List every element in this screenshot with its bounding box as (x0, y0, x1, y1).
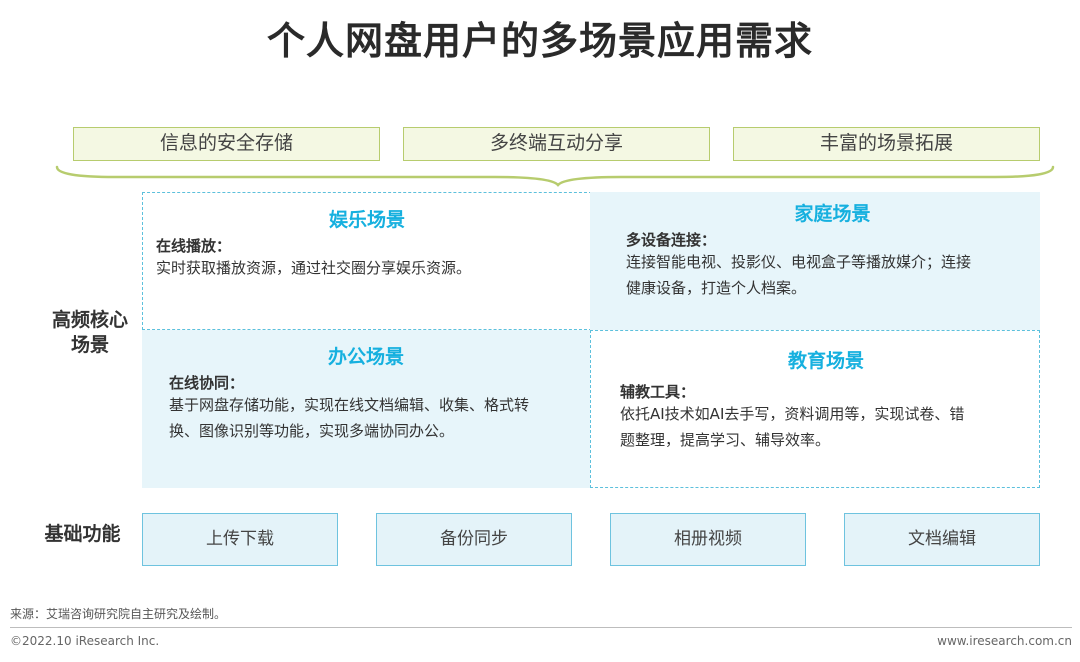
basic-function-upload-download: 上传下载 (142, 513, 338, 566)
basic-function-album-video: 相册视频 (610, 513, 806, 566)
copyright: ©2022.10 iResearch Inc. (10, 634, 160, 648)
scenario-education-title: 教育场景 (787, 350, 864, 372)
scenario-office-title: 办公场景 (327, 346, 404, 368)
desc-line: 实时获取播放资源，通过社交圈分享娱乐资源。 (156, 259, 472, 277)
feature-box-multi-terminal-sharing: 多终端互动分享 (403, 127, 710, 161)
scenario-home: 家庭场景 多设备连接： 连接智能电视、投影仪、电视盒子等播放媒介；连接 健康设备… (590, 192, 1040, 330)
scenario-education: 教育场景 辅教工具： 依托AI技术如AI去手写，资料调用等，实现试卷、错 题整理… (590, 330, 1040, 488)
feature-box-scene-expansion: 丰富的场景拓展 (733, 127, 1040, 161)
desc-line: 题整理，提高学习、辅导效率。 (620, 431, 831, 449)
scenario-education-subtitle: 辅教工具： (620, 383, 696, 401)
desc-line: 换、图像识别等功能，实现多端协同办公。 (169, 422, 455, 440)
scenario-home-desc: 连接智能电视、投影仪、电视盒子等播放媒介；连接 健康设备，打造个人档案。 (626, 249, 971, 301)
scenario-entertainment-subtitle: 在线播放： (156, 237, 232, 255)
page-title: 个人网盘用户的多场景应用需求 (266, 19, 813, 63)
scenario-office-subtitle: 在线协同： (169, 374, 245, 392)
side-label-core-scenarios: 高频核心 场景 (40, 308, 140, 358)
desc-line: 基于网盘存储功能，实现在线文档编辑、收集、格式转 (169, 396, 530, 414)
side-label-core-line2: 场景 (70, 334, 109, 356)
basic-function-backup-sync: 备份同步 (376, 513, 572, 566)
desc-line: 健康设备，打造个人档案。 (626, 279, 807, 297)
scenario-office: 办公场景 在线协同： 基于网盘存储功能，实现在线文档编辑、收集、格式转 换、图像… (142, 330, 592, 488)
scenario-entertainment-title: 娱乐场景 (328, 209, 405, 231)
scenario-office-desc: 基于网盘存储功能，实现在线文档编辑、收集、格式转 换、图像识别等功能，实现多端协… (169, 392, 529, 444)
brace-connector (55, 165, 1055, 187)
footer-divider (10, 627, 1072, 628)
desc-line: 连接智能电视、投影仪、电视盒子等播放媒介；连接 (626, 253, 972, 271)
website-link: www.iresearch.com.cn (937, 634, 1072, 648)
side-label-core-line1: 高频核心 (51, 309, 128, 331)
desc-line: 依托AI技术如AI去手写，资料调用等，实现试卷、错 (620, 405, 965, 423)
scenario-home-subtitle: 多设备连接： (626, 231, 717, 249)
scenario-home-title: 家庭场景 (794, 203, 871, 225)
scenario-education-desc: 依托AI技术如AI去手写，资料调用等，实现试卷、错 题整理，提高学习、辅导效率。 (620, 401, 964, 453)
source-note: 来源：艾瑞咨询研究院自主研究及绘制。 (10, 607, 227, 621)
side-label-basic-functions: 基础功能 (44, 523, 121, 545)
scenario-entertainment-desc: 实时获取播放资源，通过社交圈分享娱乐资源。 (156, 255, 471, 281)
scenario-entertainment: 娱乐场景 在线播放： 实时获取播放资源，通过社交圈分享娱乐资源。 (142, 192, 592, 330)
basic-function-doc-editing: 文档编辑 (844, 513, 1040, 566)
feature-box-secure-storage: 信息的安全存储 (73, 127, 380, 161)
